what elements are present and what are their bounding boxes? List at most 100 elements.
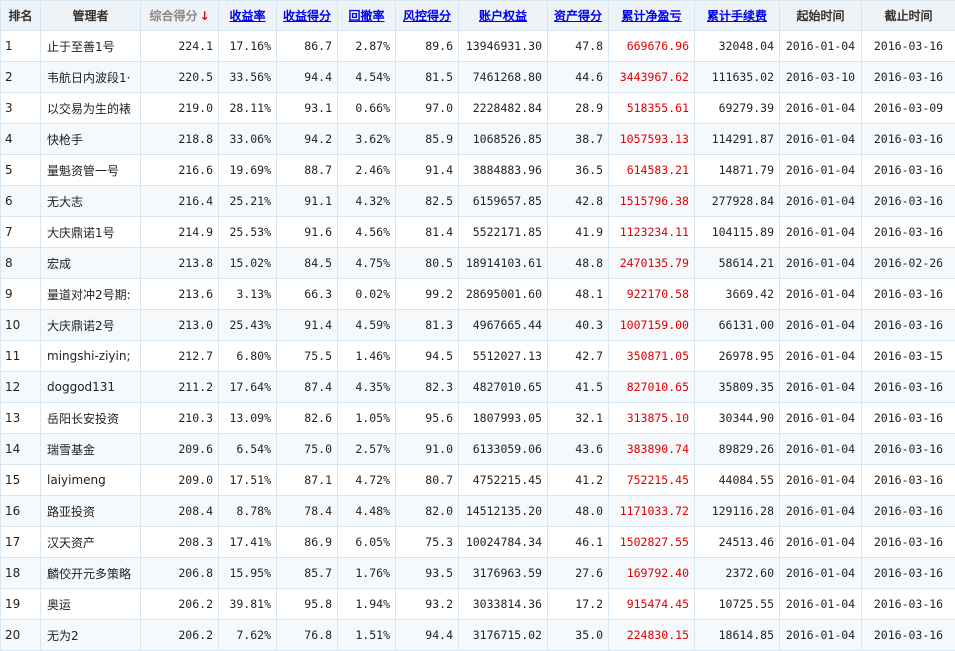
asset-score-cell: 42.7: [548, 341, 609, 372]
rank-cell: 15: [1, 465, 41, 496]
risk-score-cell: 82.5: [396, 186, 459, 217]
header-return-rate[interactable]: 收益率: [219, 1, 277, 31]
table-row[interactable]: 17汉天资产208.317.41%86.96.05%75.310024784.3…: [1, 527, 955, 558]
return-rate-cell: 17.41%: [219, 527, 277, 558]
total-score-cell: 208.3: [141, 527, 219, 558]
header-manager: 管理者: [41, 1, 141, 31]
table-row[interactable]: 8宏成213.815.02%84.54.75%80.518914103.6148…: [1, 248, 955, 279]
return-rate-cell: 15.95%: [219, 558, 277, 589]
table-row[interactable]: 6无大志216.425.21%91.14.32%82.56159657.8542…: [1, 186, 955, 217]
header-net-pnl[interactable]: 累计净盈亏: [609, 1, 695, 31]
return-score-cell: 95.8: [277, 589, 338, 620]
total-score-cell: 206.8: [141, 558, 219, 589]
return-score-cell: 87.4: [277, 372, 338, 403]
rank-cell: 13: [1, 403, 41, 434]
net-pnl-cell: 2470135.79: [609, 248, 695, 279]
rank-cell: 18: [1, 558, 41, 589]
return-score-cell: 85.7: [277, 558, 338, 589]
equity-cell: 28695001.60: [459, 279, 548, 310]
table-row[interactable]: 2韦航日内波段1·220.533.56%94.44.54%81.57461268…: [1, 62, 955, 93]
asset-score-cell: 43.6: [548, 434, 609, 465]
start-date-cell: 2016-01-04: [780, 217, 862, 248]
return-score-cell: 86.9: [277, 527, 338, 558]
manager-cell: doggod131: [41, 372, 141, 403]
table-row[interactable]: 9量道对冲2号期:213.63.13%66.30.02%99.228695001…: [1, 279, 955, 310]
net-pnl-cell: 1007159.00: [609, 310, 695, 341]
table-row[interactable]: 16路亚投资208.48.78%78.44.48%82.014512135.20…: [1, 496, 955, 527]
manager-cell: 麟佼开元多策略: [41, 558, 141, 589]
return-rate-cell: 33.06%: [219, 124, 277, 155]
equity-cell: 5522171.85: [459, 217, 548, 248]
equity-cell: 3033814.36: [459, 589, 548, 620]
asset-score-cell: 36.5: [548, 155, 609, 186]
equity-cell: 6133059.06: [459, 434, 548, 465]
fees-cell: 66131.00: [695, 310, 780, 341]
fees-cell: 2372.60: [695, 558, 780, 589]
equity-cell: 4752215.45: [459, 465, 548, 496]
manager-cell: mingshi-ziyin;: [41, 341, 141, 372]
rank-cell: 8: [1, 248, 41, 279]
net-pnl-cell: 915474.45: [609, 589, 695, 620]
total-score-cell: 212.7: [141, 341, 219, 372]
drawdown-cell: 4.72%: [338, 465, 396, 496]
asset-score-cell: 41.2: [548, 465, 609, 496]
manager-cell: 大庆鼎诺1号: [41, 217, 141, 248]
start-date-cell: 2016-01-04: [780, 434, 862, 465]
table-row[interactable]: 18麟佼开元多策略206.815.95%85.71.76%93.53176963…: [1, 558, 955, 589]
equity-cell: 7461268.80: [459, 62, 548, 93]
asset-score-cell: 28.9: [548, 93, 609, 124]
manager-cell: 奥运: [41, 589, 141, 620]
table-row[interactable]: 5量魁资管一号216.619.69%88.72.46%91.43884883.9…: [1, 155, 955, 186]
drawdown-cell: 2.46%: [338, 155, 396, 186]
table-row[interactable]: 11mingshi-ziyin;212.76.80%75.51.46%94.55…: [1, 341, 955, 372]
header-fees[interactable]: 累计手续费: [695, 1, 780, 31]
end-date-cell: 2016-03-16: [862, 589, 955, 620]
return-score-cell: 86.7: [277, 31, 338, 62]
header-total-score[interactable]: 综合得分↓: [141, 1, 219, 31]
end-date-cell: 2016-03-16: [862, 434, 955, 465]
header-risk-score[interactable]: 风控得分: [396, 1, 459, 31]
end-date-cell: 2016-03-16: [862, 496, 955, 527]
header-equity[interactable]: 账户权益: [459, 1, 548, 31]
table-row[interactable]: 10大庆鼎诺2号213.025.43%91.44.59%81.34967665.…: [1, 310, 955, 341]
risk-score-cell: 91.4: [396, 155, 459, 186]
net-pnl-cell: 614583.21: [609, 155, 695, 186]
manager-cell: 宏成: [41, 248, 141, 279]
header-asset-score[interactable]: 资产得分: [548, 1, 609, 31]
table-row[interactable]: 1止于至善1号224.117.16%86.72.87%89.613946931.…: [1, 31, 955, 62]
end-date-cell: 2016-03-16: [862, 186, 955, 217]
sort-desc-arrow-icon: ↓: [199, 9, 209, 23]
risk-score-cell: 82.0: [396, 496, 459, 527]
total-score-cell: 211.2: [141, 372, 219, 403]
table-row[interactable]: 15laiyimeng209.017.51%87.14.72%80.747522…: [1, 465, 955, 496]
table-row[interactable]: 7大庆鼎诺1号214.925.53%91.64.56%81.45522171.8…: [1, 217, 955, 248]
start-date-cell: 2016-01-04: [780, 403, 862, 434]
risk-score-cell: 94.5: [396, 341, 459, 372]
manager-cell: 无大志: [41, 186, 141, 217]
header-return-score[interactable]: 收益得分: [277, 1, 338, 31]
table-row[interactable]: 13岳阳长安投资210.313.09%82.61.05%95.61807993.…: [1, 403, 955, 434]
header-rank: 排名: [1, 1, 41, 31]
drawdown-cell: 1.05%: [338, 403, 396, 434]
asset-score-cell: 48.0: [548, 496, 609, 527]
table-row[interactable]: 3以交易为生的裱219.028.11%93.10.66%97.02228482.…: [1, 93, 955, 124]
rank-cell: 3: [1, 93, 41, 124]
net-pnl-cell: 350871.05: [609, 341, 695, 372]
fees-cell: 3669.42: [695, 279, 780, 310]
return-score-cell: 91.6: [277, 217, 338, 248]
net-pnl-cell: 752215.45: [609, 465, 695, 496]
table-row[interactable]: 14瑞雪基金209.66.54%75.02.57%91.06133059.064…: [1, 434, 955, 465]
table-row[interactable]: 4快枪手218.833.06%94.23.62%85.91068526.8538…: [1, 124, 955, 155]
asset-score-cell: 17.2: [548, 589, 609, 620]
header-drawdown[interactable]: 回撤率: [338, 1, 396, 31]
return-rate-cell: 3.13%: [219, 279, 277, 310]
drawdown-cell: 2.57%: [338, 434, 396, 465]
table-row[interactable]: 19奥运206.239.81%95.81.94%93.23033814.3617…: [1, 589, 955, 620]
asset-score-cell: 32.1: [548, 403, 609, 434]
end-date-cell: 2016-03-15: [862, 341, 955, 372]
risk-score-cell: 95.6: [396, 403, 459, 434]
return-score-cell: 94.4: [277, 62, 338, 93]
table-row[interactable]: 12doggod131211.217.64%87.44.35%82.348270…: [1, 372, 955, 403]
drawdown-cell: 0.02%: [338, 279, 396, 310]
net-pnl-cell: 169792.40: [609, 558, 695, 589]
